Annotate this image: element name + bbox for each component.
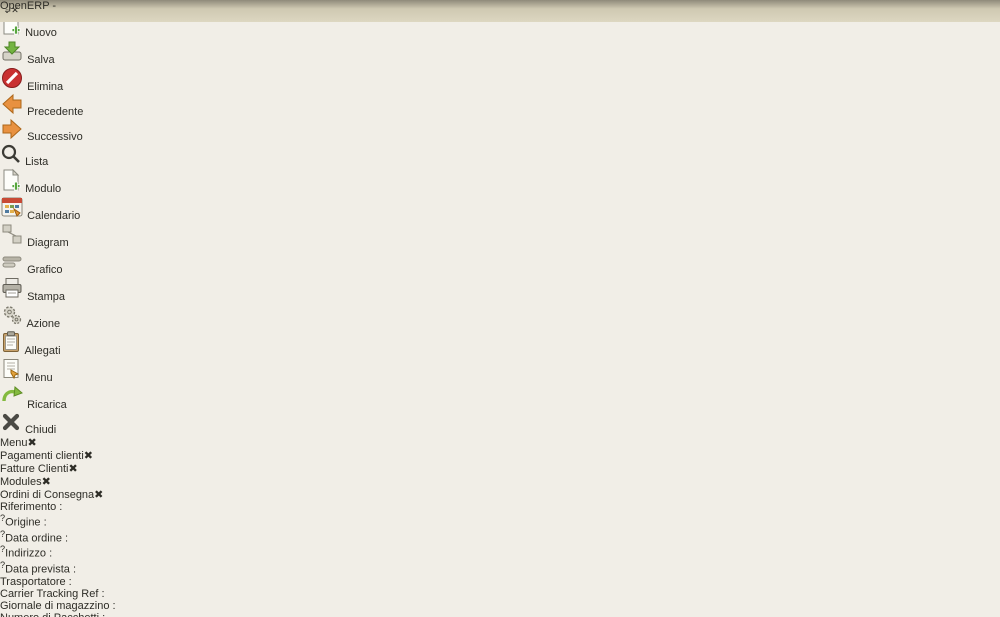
tab-strip: Menu✖ Pagamenti clienti✖ Fatture Clienti… [0,436,1000,501]
tab-close-icon[interactable]: ✖ [94,489,103,501]
close-tab-button[interactable]: Chiudi [0,411,1000,436]
calendar-icon [0,210,27,222]
tab-ordini-di-consegna[interactable]: Ordini di Consegna✖ [0,488,1000,501]
menu-button-label: Menu [25,372,53,384]
graph-icon [0,264,27,276]
tab-modules[interactable]: Modules✖ [0,475,1000,488]
form-view-button-label: Modulo [25,183,61,195]
tab-close-icon[interactable]: ✖ [84,450,93,462]
no-entry-icon [0,81,27,93]
data-prevista-label: ?Data prevista : [0,560,1000,576]
list-view-button-label: Lista [25,156,48,168]
window-maximize-icon[interactable]: ▫ [0,4,14,18]
giornale-label: Giornale di magazzino : [0,600,1000,612]
action-button-label: Azione [26,318,60,330]
tab-label: Menu [0,437,28,449]
next-button[interactable]: Successivo [0,118,1000,143]
tab-label: Pagamenti clienti [0,450,84,462]
tab-fatture-clienti[interactable]: Fatture Clienti✖ [0,462,1000,475]
attachments-button-label: Allegati [24,345,60,357]
arrow-left-icon [0,106,27,118]
delete-button-label: Elimina [27,81,63,93]
tab-close-icon[interactable]: ✖ [42,476,51,488]
close-x-icon [0,424,25,436]
new-button-label: Nuovo [25,27,57,39]
origine-label: ?Origine : [0,513,1000,529]
print-button[interactable]: Stampa [0,276,1000,303]
title-bar[interactable]: ✕ ⌄ ▫ OpenERP - [0,0,1000,22]
graph-button: Grafico [0,249,1000,276]
search-icon [0,156,25,168]
data-ordine-label: ?Data ordine : [0,529,1000,545]
trasportatore-label: Trasportatore : [0,576,1000,588]
list-view-button[interactable]: Lista [0,143,1000,168]
reload-button[interactable]: Ricarica [0,384,1000,411]
menu-button[interactable]: Menu [0,357,1000,384]
calendar-button-label: Calendario [27,210,80,222]
indirizzo-label: ?Indirizzo : [0,544,1000,560]
graph-button-label: Grafico [27,264,62,276]
menu-document-icon [0,372,25,384]
tab-label: Modules [0,476,42,488]
calendar-button[interactable]: Calendario [0,195,1000,222]
tab-label: Fatture Clienti [0,463,68,475]
tab-label: Ordini di Consegna [0,489,94,501]
printer-icon [0,291,27,303]
riferimento-label: Riferimento : [0,501,1000,513]
save-button-label: Salva [27,54,55,66]
print-button-label: Stampa [27,291,65,303]
diagram-icon [0,237,27,249]
delete-button[interactable]: Elimina [0,66,1000,93]
new-document-icon [0,27,25,39]
tab-close-icon[interactable]: ✖ [68,463,77,475]
window-title: OpenERP - [0,0,1000,12]
toolbar: Nuovo Salva Elimina Precedente Successiv… [0,12,1000,436]
close-tab-button-label: Chiudi [25,424,56,436]
save-button[interactable]: Salva [0,39,1000,66]
clipboard-icon [0,345,24,357]
diagram-button: Diagram [0,222,1000,249]
tab-pagamenti-clienti[interactable]: Pagamenti clienti✖ [0,449,1000,462]
form-document-icon [0,183,25,195]
action-button[interactable]: Azione [0,303,1000,330]
numero-pacchetti-label: Numero di Pacchetti : [0,612,1000,617]
reload-button-label: Ricarica [27,399,67,411]
diagram-button-label: Diagram [27,237,69,249]
save-icon [0,54,27,66]
arrow-right-icon [0,131,27,143]
tab-menu[interactable]: Menu✖ [0,436,1000,449]
carrier-ref-label: Carrier Tracking Ref : [0,588,1000,600]
next-button-label: Successivo [27,131,83,143]
gears-icon [0,318,26,330]
reload-icon [0,399,27,411]
previous-button[interactable]: Precedente [0,93,1000,118]
openerp-window: ✕ ⌄ ▫ OpenERP - File Utente Modulo Opzio… [0,0,1000,617]
attachments-button[interactable]: Allegati [0,330,1000,357]
form-view-button[interactable]: Modulo [0,168,1000,195]
tab-close-icon[interactable]: ✖ [28,437,37,449]
previous-button-label: Precedente [27,106,83,118]
